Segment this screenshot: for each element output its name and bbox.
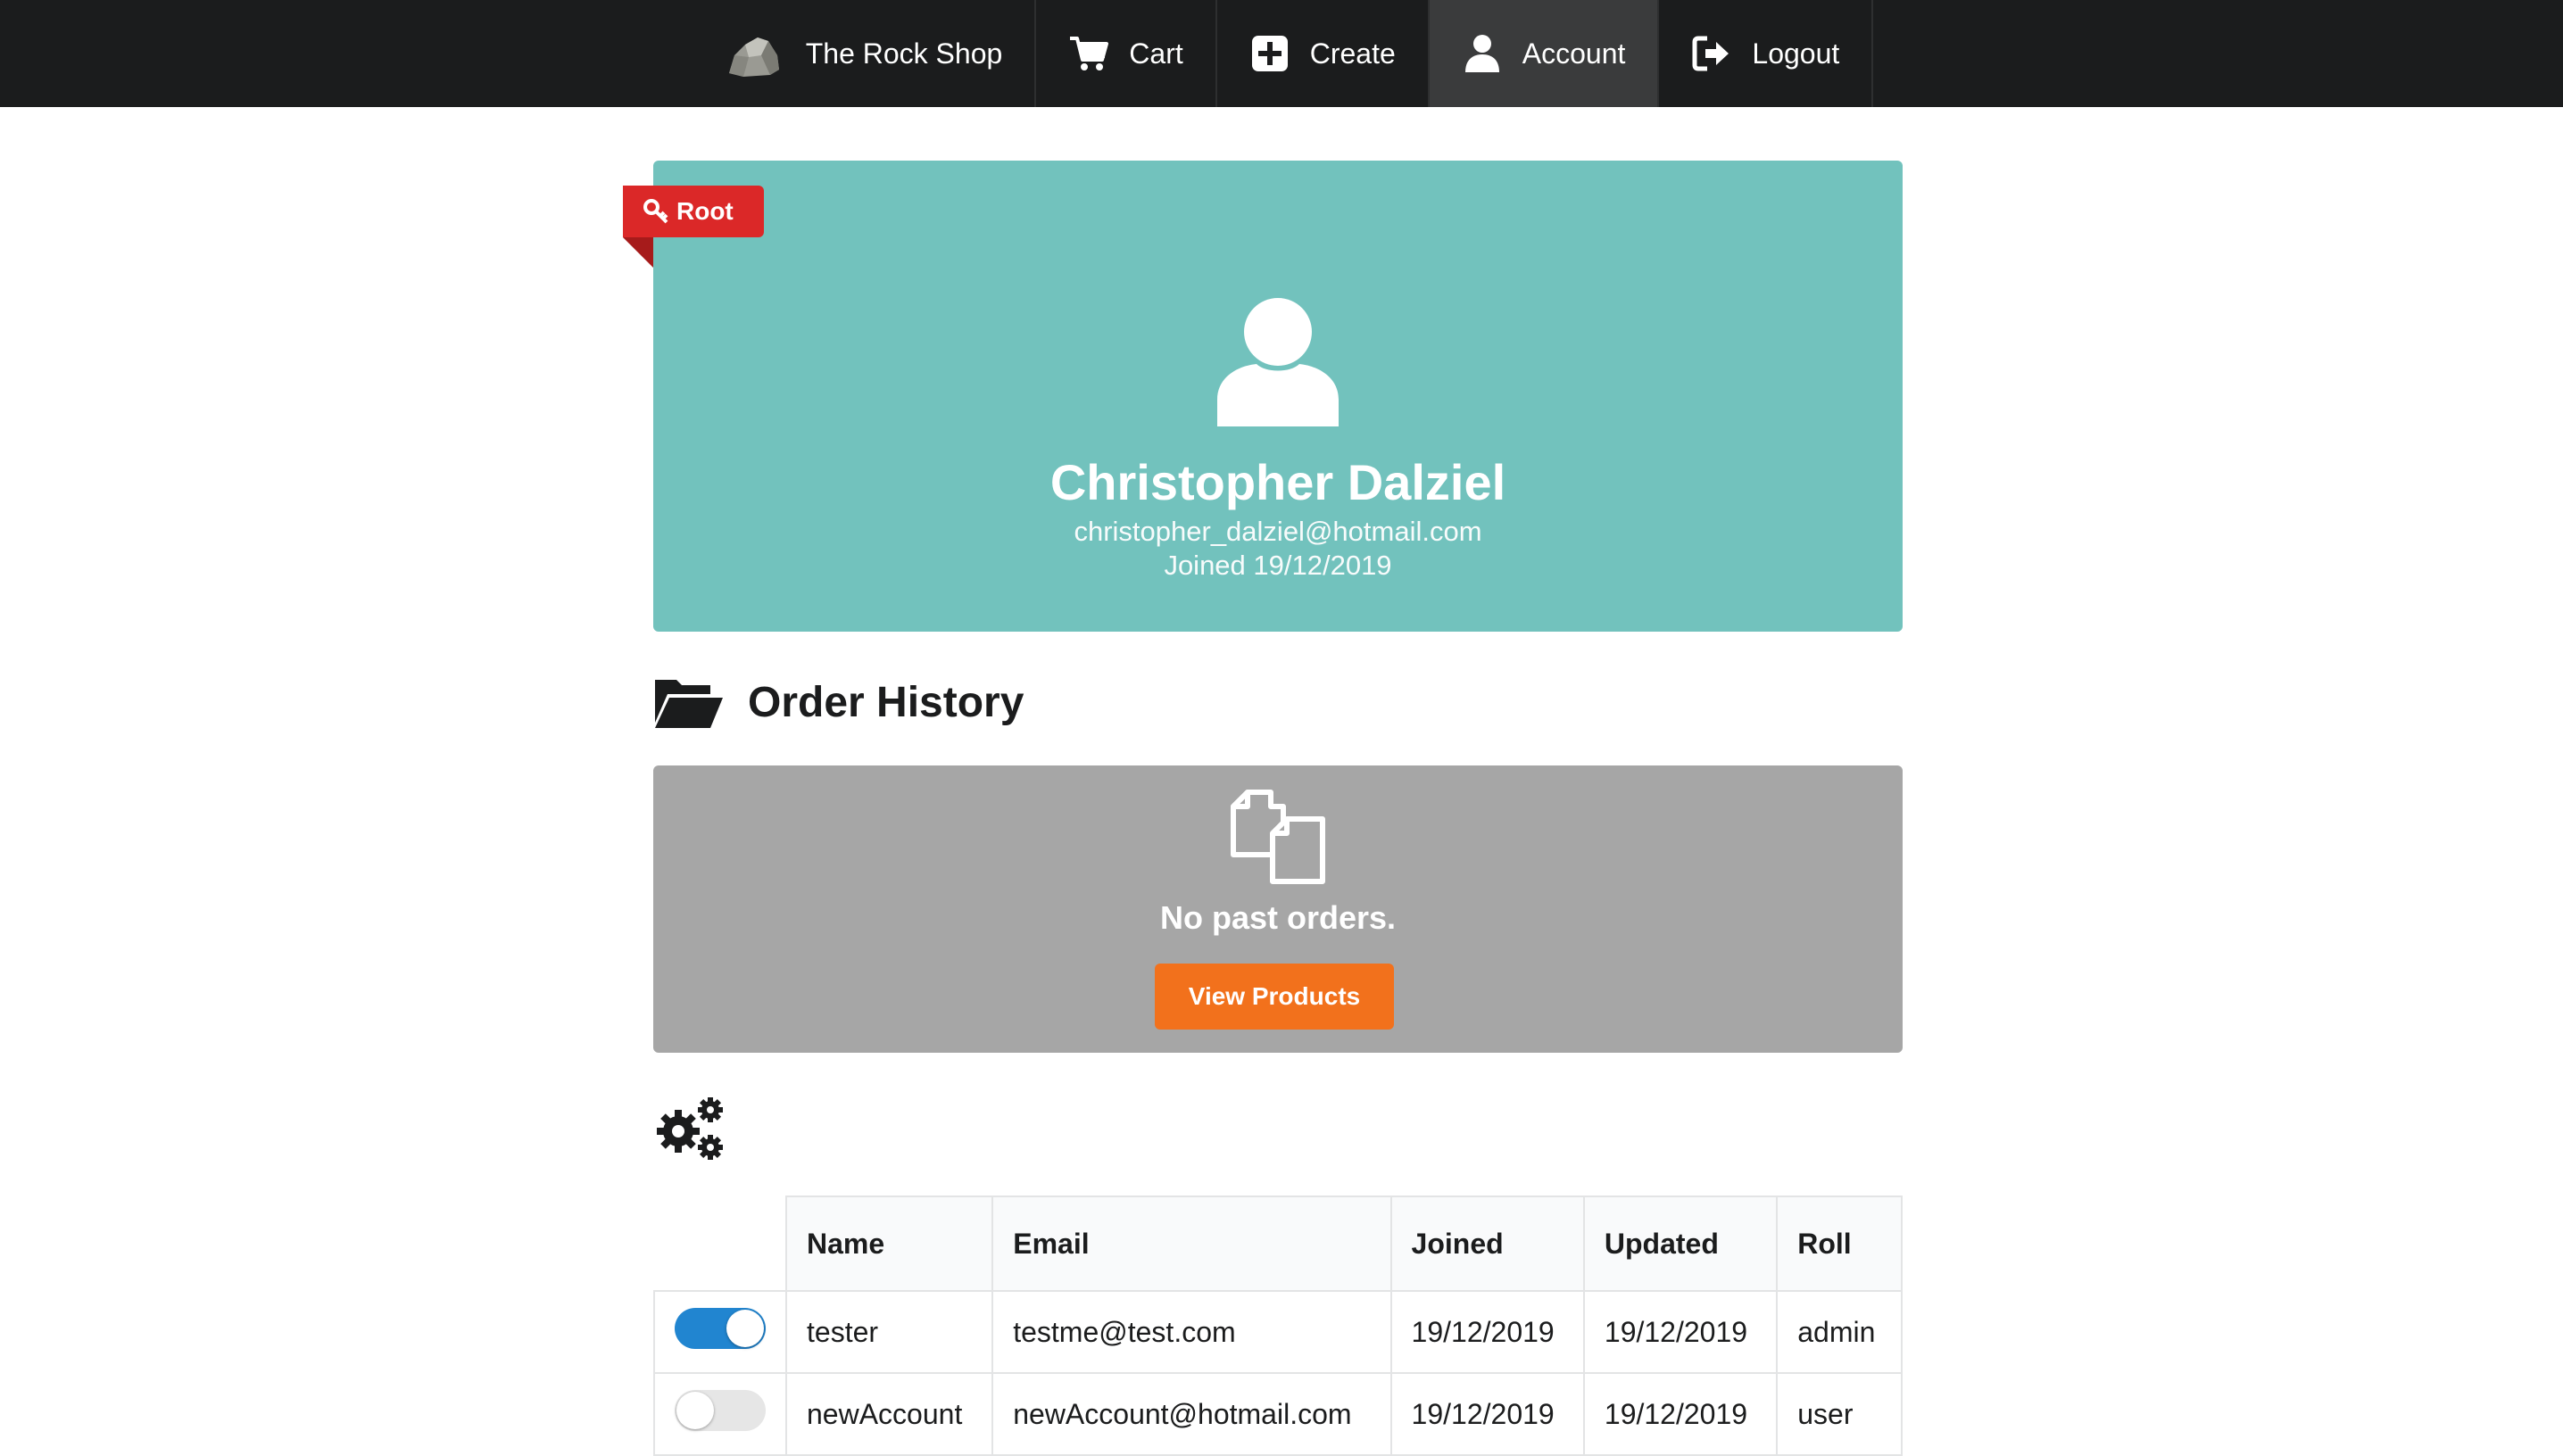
toggle-knob xyxy=(676,1392,714,1429)
cogs-icon xyxy=(655,1096,728,1162)
toggle-cell xyxy=(653,1372,787,1456)
nav-account-label: Account xyxy=(1522,37,1626,70)
cart-icon xyxy=(1068,33,1109,74)
no-orders-message: No past orders. xyxy=(1159,899,1397,936)
role-ribbon: Root xyxy=(623,186,764,268)
brand-label: The Rock Shop xyxy=(805,37,1003,70)
nav-cart[interactable]: Cart xyxy=(1036,0,1217,107)
profile-joined-date: Joined 19/12/2019 xyxy=(1164,550,1392,581)
plus-square-icon xyxy=(1249,33,1290,74)
avatar-icon xyxy=(1215,294,1340,428)
toggle-cell xyxy=(653,1290,787,1374)
column-header-name: Name xyxy=(784,1195,994,1292)
open-folder-icon xyxy=(653,674,725,730)
toggle-knob xyxy=(726,1310,764,1347)
column-header-joined: Joined xyxy=(1389,1195,1585,1292)
user-joined-cell: 19/12/2019 xyxy=(1389,1290,1585,1374)
user-roll-cell: admin xyxy=(1776,1290,1903,1374)
user-enabled-toggle[interactable] xyxy=(675,1390,766,1431)
nav-home-link[interactable]: The Rock Shop xyxy=(690,0,1037,107)
view-products-button[interactable]: View Products xyxy=(1155,964,1394,1030)
user-updated-cell: 19/12/2019 xyxy=(1582,1290,1779,1374)
no-orders-placeholder: No past orders. View Products xyxy=(653,765,1903,1053)
profile-name: Christopher Dalziel xyxy=(1049,454,1506,510)
user-joined-cell: 19/12/2019 xyxy=(1389,1372,1585,1456)
column-header-roll: Roll xyxy=(1776,1195,1903,1292)
documents-icon xyxy=(1228,787,1328,887)
table-row: newAccount newAccount@hotmail.com 19/12/… xyxy=(653,1372,1903,1456)
top-menu: The Rock Shop Cart Create Account Logout xyxy=(0,0,2563,107)
user-name-cell: newAccount xyxy=(784,1372,994,1456)
menu-items: The Rock Shop Cart Create Account Logout xyxy=(690,0,1874,107)
user-enabled-toggle[interactable] xyxy=(675,1308,766,1349)
users-table: Name Email Joined Updated Roll tester te… xyxy=(653,1195,1903,1456)
profile-email: christopher_dalziel@hotmail.com xyxy=(1074,516,1482,547)
profile-card: Root Christopher Dalziel christopher_dal… xyxy=(623,161,1903,632)
order-history-header: Order History xyxy=(653,671,1024,733)
user-name-cell: tester xyxy=(784,1290,994,1374)
user-email-cell: testme@test.com xyxy=(991,1290,1392,1374)
nav-logout[interactable]: Logout xyxy=(1659,0,1874,107)
column-header-email: Email xyxy=(991,1195,1392,1292)
nav-create-label: Create xyxy=(1309,37,1396,70)
nav-logout-label: Logout xyxy=(1752,37,1840,70)
column-header-updated: Updated xyxy=(1582,1195,1779,1292)
table-header-row: Name Email Joined Updated Roll xyxy=(654,1195,1903,1292)
user-email-cell: newAccount@hotmail.com xyxy=(991,1372,1392,1456)
user-updated-cell: 19/12/2019 xyxy=(1582,1372,1779,1456)
nav-account[interactable]: Account xyxy=(1429,0,1660,107)
user-roll-cell: user xyxy=(1776,1372,1903,1456)
order-history-title: Order History xyxy=(748,678,1024,726)
key-icon xyxy=(643,198,669,225)
user-icon xyxy=(1462,33,1503,74)
toggle-column-header xyxy=(654,1196,787,1292)
nav-create[interactable]: Create xyxy=(1217,0,1430,107)
role-label: Root xyxy=(676,197,734,225)
table-row: tester testme@test.com 19/12/2019 19/12/… xyxy=(653,1290,1903,1374)
sign-out-icon xyxy=(1691,33,1732,74)
rock-icon xyxy=(726,29,783,79)
nav-cart-label: Cart xyxy=(1129,37,1183,70)
